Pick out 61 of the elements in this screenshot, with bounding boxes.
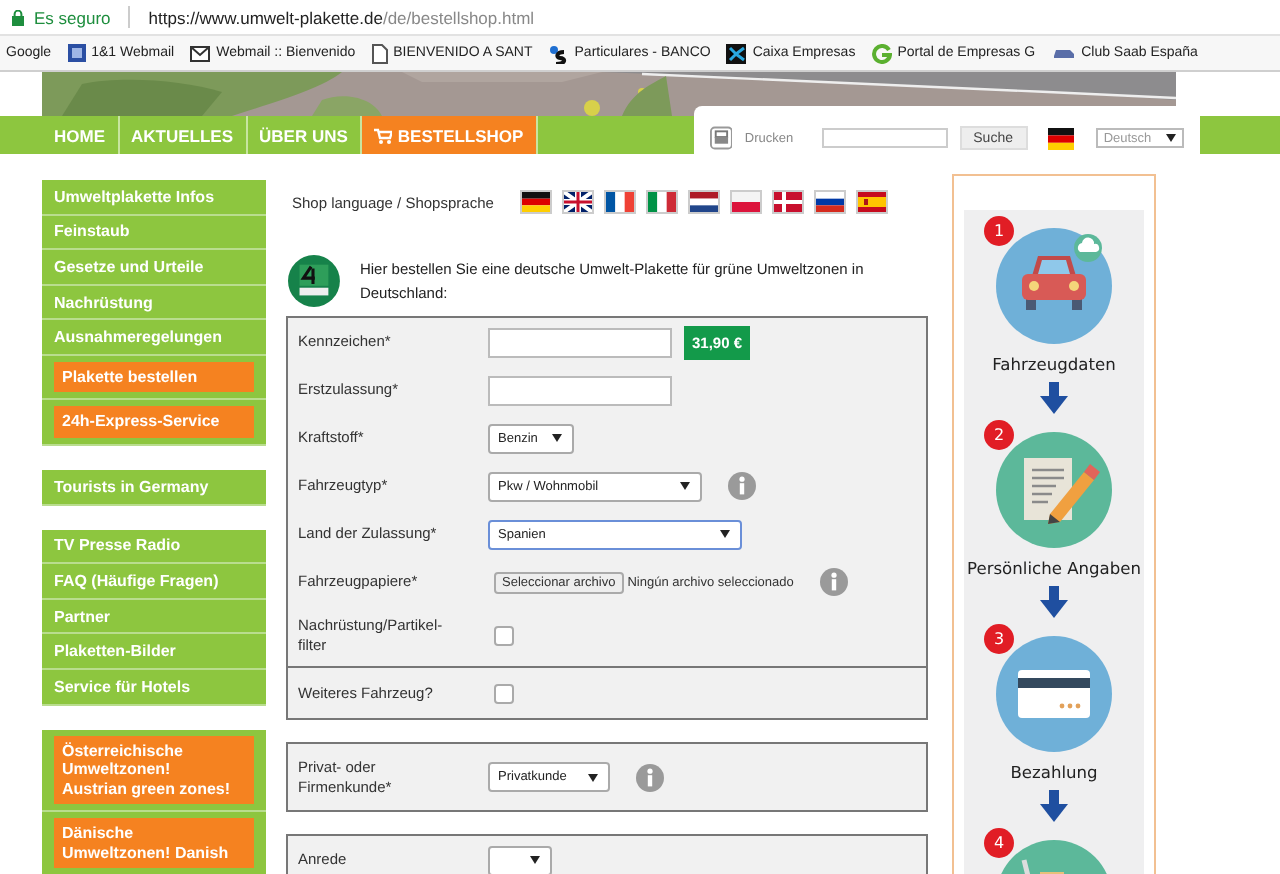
- text-field[interactable]: [488, 327, 672, 357]
- dropdown[interactable]: [488, 845, 552, 874]
- print-icon[interactable]: [710, 126, 733, 150]
- down-arrow-icon: [1040, 586, 1068, 618]
- nav-tab[interactable]: AKTUELLES: [119, 116, 247, 154]
- caret-icon: [530, 856, 540, 864]
- text-field[interactable]: [488, 375, 672, 405]
- step-label: Bezahlung: [1010, 762, 1098, 782]
- step-label: Fahrzeugdaten: [992, 354, 1116, 374]
- sidebar-link[interactable]: Service für Hotels: [42, 669, 266, 706]
- badge-icon: [288, 254, 340, 308]
- page-icon: [371, 43, 388, 63]
- url-text[interactable]: https://www.umwelt-plakette.de/de/bestellshop.html: [148, 7, 535, 27]
- car-icon: [1051, 46, 1076, 60]
- sidebar-button[interactable]: Österreichische Umweltzonen! Austrian green zones!: [54, 735, 254, 805]
- nav-tab[interactable]: HOME: [42, 116, 119, 154]
- car-icon: [996, 228, 1112, 344]
- step-number: 1: [984, 216, 1014, 246]
- envelope-icon: [190, 45, 211, 61]
- info-icon[interactable]: [819, 568, 848, 596]
- sidebar-link[interactable]: Umweltplakette Infos: [42, 180, 266, 216]
- info-icon[interactable]: [636, 763, 664, 791]
- step-number: 2: [984, 420, 1014, 450]
- down-arrow-icon: [1040, 790, 1068, 822]
- info-icon[interactable]: [728, 472, 756, 500]
- caret-icon: [588, 773, 598, 781]
- bank-logo-icon: [548, 43, 569, 63]
- language-flag[interactable]: [1047, 127, 1074, 149]
- sidebar-link[interactable]: Partner: [42, 599, 266, 635]
- sidebar-link[interactable]: TV Presse Radio: [42, 529, 266, 565]
- sidebar-link[interactable]: FAQ (Häufige Fragen): [42, 564, 266, 600]
- sidebar-button[interactable]: Plakette bestellen: [54, 361, 254, 393]
- caret-icon: [1166, 134, 1176, 142]
- credit-card-icon: [996, 636, 1112, 752]
- step-number: 3: [984, 624, 1014, 654]
- sidebar-link[interactable]: Gesetze und Urteile: [42, 250, 266, 286]
- sidebar-link[interactable]: Ausnahmeregelungen: [42, 320, 266, 356]
- document-pencil-icon: [996, 432, 1112, 548]
- caret-icon: [680, 482, 690, 490]
- step-label: Persönliche Angaben: [967, 558, 1141, 578]
- g-logo-icon: [871, 43, 892, 63]
- step-number: 4: [984, 828, 1014, 858]
- square-icon: [67, 44, 86, 62]
- checkbox[interactable]: [494, 626, 514, 646]
- sidebar-button[interactable]: Dänische Umweltzonen! Danish: [54, 818, 254, 869]
- down-arrow-icon: [1040, 382, 1068, 414]
- security-status: Es seguro: [34, 7, 111, 27]
- sidebar-link[interactable]: Plaketten-Bilder: [42, 634, 266, 670]
- cart-icon: [373, 127, 392, 143]
- nav-tab[interactable]: BESTELLSHOP: [361, 116, 538, 154]
- sidebar-button[interactable]: 24h-Express-Service: [54, 406, 254, 438]
- language-flag[interactable]: [561, 190, 594, 214]
- sidebar-link[interactable]: Feinstaub: [42, 215, 266, 251]
- star-logo-icon: [726, 43, 747, 63]
- caret-icon: [720, 530, 730, 538]
- sidebar-link[interactable]: Nachrüstung: [42, 285, 266, 321]
- checkbox[interactable]: [494, 683, 514, 703]
- caret-icon: [552, 434, 562, 442]
- lock-icon: [12, 9, 24, 25]
- sidebar-link[interactable]: Tourists in Germany: [42, 469, 266, 506]
- search-field[interactable]: [821, 128, 948, 148]
